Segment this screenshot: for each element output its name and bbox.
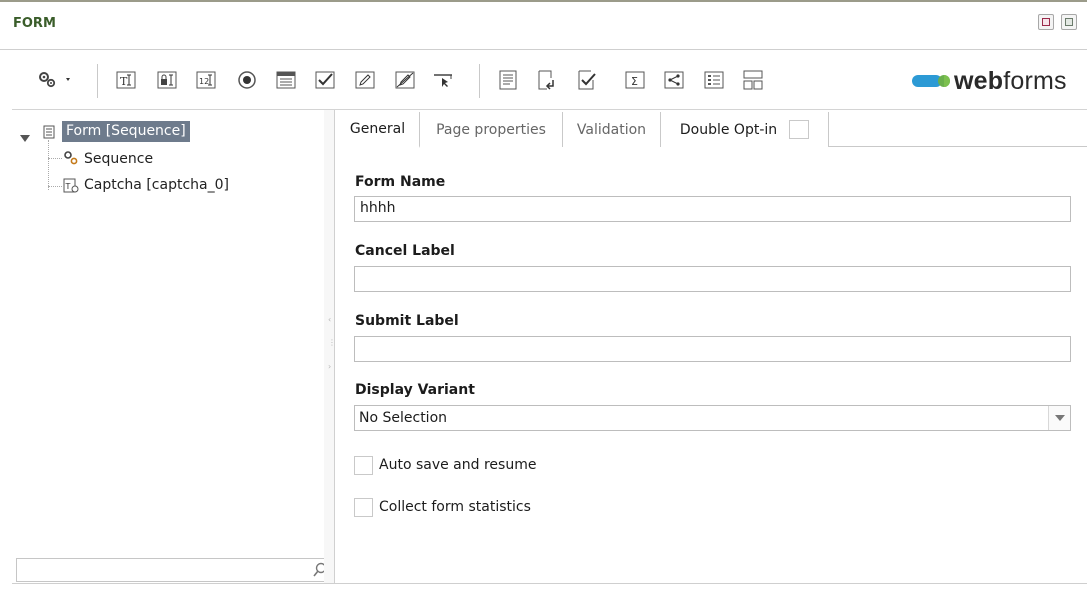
cancel-label-label: Cancel Label	[355, 243, 455, 259]
list-form-icon[interactable]	[704, 70, 724, 90]
checkbox-icon[interactable]	[315, 70, 335, 90]
svg-text:12: 12	[199, 77, 209, 86]
text-field-icon[interactable]: T	[116, 70, 136, 90]
title-bar: FORM	[0, 4, 1087, 50]
share-icon[interactable]	[664, 70, 684, 90]
hidden-field-icon[interactable]	[395, 70, 415, 90]
maximize-icon[interactable]	[1061, 14, 1077, 30]
toolbar: T 12 Σ webforms	[12, 52, 1087, 110]
sum-calculation-icon[interactable]: Σ	[625, 70, 645, 90]
auto-save-checkbox[interactable]	[354, 455, 373, 475]
tab-page-properties[interactable]: Page properties	[420, 112, 563, 147]
form-name-label: Form Name	[355, 174, 446, 190]
chevron-down-icon[interactable]	[1048, 406, 1070, 430]
tree-item-sequence[interactable]: Sequence	[82, 148, 157, 170]
form-editor-window: FORM T 12 Σ webforms Form [Sequence] Seq…	[0, 0, 1087, 599]
panel-splitter[interactable]: ‹ ⋮ ›	[324, 110, 336, 583]
display-variant-select[interactable]: No Selection	[354, 405, 1071, 431]
properties-panel: General Page properties Validation Doubl…	[336, 110, 1087, 583]
tab-double-opt-in[interactable]: Double Opt-in	[661, 112, 829, 147]
collect-stats-option[interactable]: Collect form statistics	[354, 496, 531, 518]
tab-general[interactable]: General	[336, 112, 420, 148]
form-name-input[interactable]: hhhh	[354, 196, 1071, 222]
tab-validation[interactable]: Validation	[563, 112, 661, 147]
numeric-field-icon[interactable]: 12	[196, 70, 216, 90]
svg-text:T: T	[120, 75, 128, 88]
form-structure-tree: Form [Sequence] Sequence T Captcha [capt…	[12, 110, 334, 583]
auto-save-label: Auto save and resume	[379, 457, 537, 473]
sequence-gears-icon	[63, 150, 79, 170]
link-pointer-icon[interactable]	[433, 70, 453, 90]
tree-item-captcha[interactable]: Captcha [captcha_0]	[82, 174, 233, 196]
submit-label-label: Submit Label	[355, 313, 459, 329]
text-block-icon[interactable]	[498, 70, 518, 90]
collect-stats-label: Collect form statistics	[379, 499, 531, 515]
collect-stats-checkbox[interactable]	[354, 497, 373, 517]
edit-field-icon[interactable]	[355, 70, 375, 90]
logo-text: webforms	[954, 67, 1067, 95]
webforms-logo: webforms	[912, 68, 1067, 94]
layout-grid-icon[interactable]	[743, 70, 763, 90]
window-title: FORM	[13, 16, 56, 31]
tree-item-form[interactable]: Form [Sequence]	[62, 120, 190, 142]
expand-arrow-icon[interactable]	[20, 128, 30, 147]
display-variant-label: Display Variant	[355, 382, 475, 398]
form-document-icon	[43, 124, 55, 143]
cancel-label-input[interactable]	[354, 266, 1071, 292]
radio-button-icon[interactable]	[237, 70, 257, 90]
double-opt-in-checkbox[interactable]	[789, 120, 810, 139]
password-field-icon[interactable]	[157, 70, 177, 90]
settings-dropdown-icon[interactable]	[36, 70, 74, 90]
submit-label-input[interactable]	[354, 336, 1071, 362]
auto-save-option[interactable]: Auto save and resume	[354, 454, 536, 476]
logo-pill-icon	[912, 75, 950, 87]
tree-search-input[interactable]	[16, 558, 334, 582]
display-variant-value: No Selection	[359, 410, 448, 426]
check-field-icon[interactable]	[577, 70, 597, 90]
tab-bar: General Page properties Validation Doubl…	[336, 112, 1087, 148]
svg-text:Σ: Σ	[631, 75, 638, 88]
page-break-icon[interactable]	[537, 70, 557, 90]
view-source-icon[interactable]	[1038, 14, 1054, 30]
svg-text:T: T	[65, 182, 71, 191]
captcha-icon: T	[63, 178, 79, 198]
select-list-icon[interactable]	[276, 70, 296, 90]
bottom-divider	[12, 583, 1087, 584]
